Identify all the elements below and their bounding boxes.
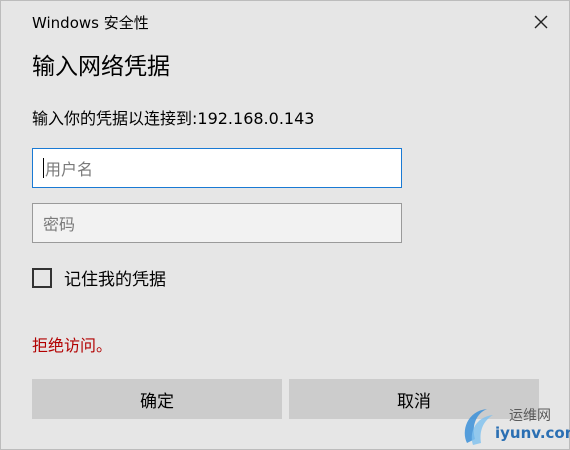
credential-dialog: Windows 安全性 输入网络凭据 输入你的凭据以连接到:192.168.0.… [0,0,570,450]
password-input[interactable]: 密码 [32,203,402,243]
dialog-heading: 输入网络凭据 [32,54,170,80]
error-message: 拒绝访问。 [32,336,113,355]
username-input[interactable]: 用户名 [32,148,402,188]
watermark-en-text: iyunv.com [495,424,570,442]
ok-button[interactable]: 确定 [32,379,282,419]
close-icon [534,15,548,29]
connection-description: 输入你的凭据以连接到:192.168.0.143 [32,109,315,128]
password-placeholder: 密码 [43,215,76,234]
close-button[interactable] [525,7,557,37]
watermark-cn-text: 运维网 [509,408,551,424]
remember-credentials-label: 记住我的凭据 [64,270,166,290]
username-placeholder: 用户名 [45,160,94,179]
text-caret [43,158,44,178]
window-title: Windows 安全性 [32,14,149,32]
remember-credentials-checkbox[interactable]: 记住我的凭据 [32,265,166,290]
checkbox-box[interactable] [32,267,52,288]
watermark: 运维网 iyunv.com [459,399,570,449]
